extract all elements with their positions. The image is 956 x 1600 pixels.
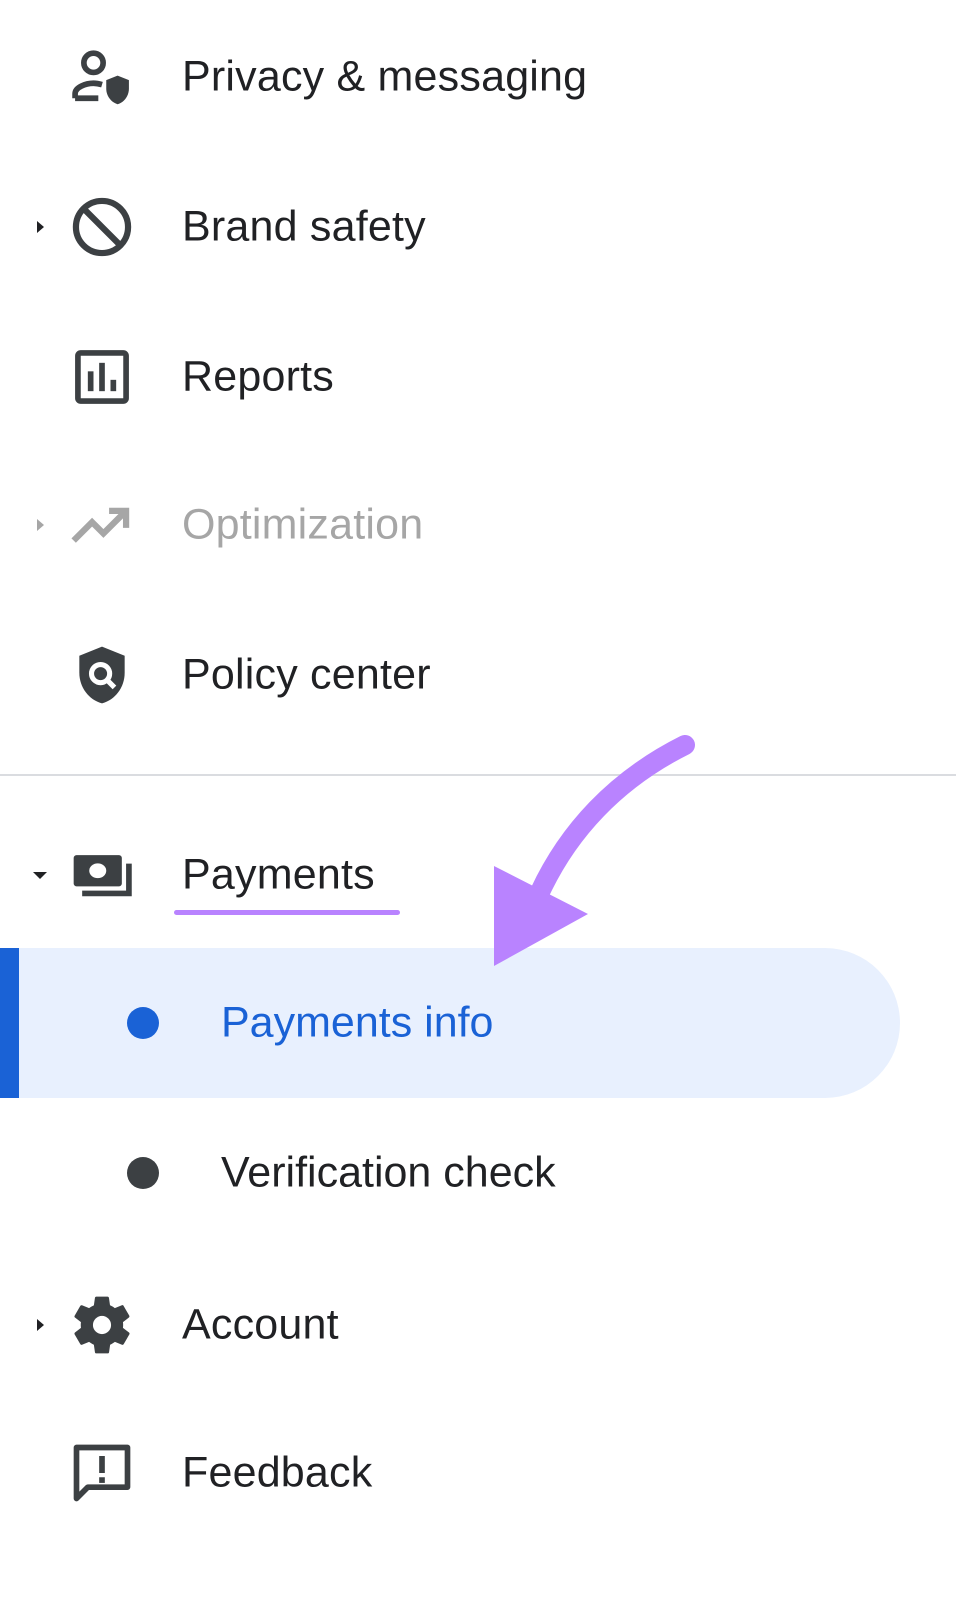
sidebar-item-optimization: Optimization bbox=[0, 470, 900, 580]
sidebar-item-reports[interactable]: Reports bbox=[0, 322, 900, 432]
bullet-dot-icon bbox=[127, 1157, 159, 1189]
sidebar-item-policy-center[interactable]: Policy center bbox=[0, 620, 900, 730]
gear-icon bbox=[68, 1291, 136, 1359]
feedback-icon bbox=[68, 1439, 136, 1507]
sidebar-item-label: Privacy & messaging bbox=[182, 52, 588, 101]
sidebar-subitem-label: Verification check bbox=[221, 1148, 556, 1197]
sidebar-item-feedback[interactable]: Feedback bbox=[0, 1418, 900, 1528]
sidebar-item-brand-safety[interactable]: Brand safety bbox=[0, 172, 900, 282]
sidebar-item-label: Reports bbox=[182, 352, 334, 401]
sidebar-subitem-payments-info[interactable]: Payments info bbox=[0, 948, 900, 1098]
sidebar-item-label: Account bbox=[182, 1300, 339, 1349]
bar-chart-icon bbox=[68, 343, 136, 411]
bullet-dot-icon bbox=[127, 1007, 159, 1039]
annotation-underline bbox=[174, 910, 400, 915]
active-indicator bbox=[0, 948, 19, 1098]
sidebar-item-label: Feedback bbox=[182, 1448, 373, 1497]
sidebar-subitem-label: Payments info bbox=[221, 998, 494, 1047]
sidebar-item-account[interactable]: Account bbox=[0, 1270, 900, 1380]
sidebar-item-label: Policy center bbox=[182, 650, 431, 699]
sidebar-item-label: Payments bbox=[182, 850, 375, 899]
trending-up-icon bbox=[68, 491, 136, 559]
caret-right-icon[interactable] bbox=[30, 217, 50, 237]
sidebar-item-payments[interactable]: Payments bbox=[0, 820, 900, 930]
caret-right-icon bbox=[30, 515, 50, 535]
caret-down-icon[interactable] bbox=[30, 865, 50, 885]
sidebar-nav: Privacy & messaging Brand safety Reports bbox=[0, 0, 956, 1600]
sidebar-subitem-verification-check[interactable]: Verification check bbox=[0, 1098, 900, 1248]
sidebar-item-label: Optimization bbox=[182, 500, 424, 549]
payments-icon bbox=[68, 841, 136, 909]
sidebar-item-label: Brand safety bbox=[182, 202, 426, 251]
caret-right-icon[interactable] bbox=[30, 1315, 50, 1335]
policy-shield-icon bbox=[68, 641, 136, 709]
divider bbox=[0, 774, 956, 776]
sidebar-item-privacy-messaging[interactable]: Privacy & messaging bbox=[0, 22, 900, 132]
privacy-shield-user-icon bbox=[68, 43, 136, 111]
block-icon bbox=[68, 193, 136, 261]
